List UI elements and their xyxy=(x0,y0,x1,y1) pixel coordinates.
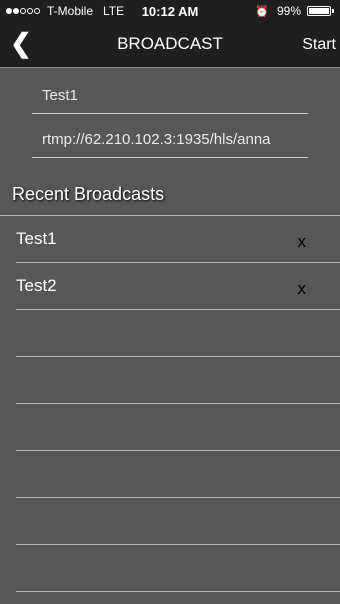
broadcast-row-name: Test2 xyxy=(16,276,57,295)
alarm-icon: ⏰ xyxy=(255,5,269,18)
page-title: BROADCAST xyxy=(117,34,223,53)
broadcast-row[interactable]: Test1 x xyxy=(16,216,340,263)
start-button[interactable]: Start xyxy=(302,36,336,54)
empty-row xyxy=(16,357,340,404)
status-bar: T-Mobile LTE 10:12 AM ⏰ 99% xyxy=(0,0,340,22)
battery-icon xyxy=(307,6,331,16)
broadcast-name-value: Test1 xyxy=(42,87,78,104)
status-right: ⏰ 99% xyxy=(255,4,334,18)
broadcast-name-field[interactable]: Test1 xyxy=(32,68,308,114)
battery-cap xyxy=(332,9,334,13)
empty-row xyxy=(16,545,340,592)
empty-row xyxy=(16,310,340,357)
empty-row xyxy=(16,404,340,451)
battery-fill xyxy=(309,8,329,14)
empty-row xyxy=(16,498,340,545)
recent-broadcasts-heading: Recent Broadcasts xyxy=(12,184,165,204)
navigation-bar: ❮ BROADCAST Start xyxy=(0,22,340,68)
stream-url-value: rtmp://62.210.102.3:1935/hls/anna xyxy=(42,131,271,148)
empty-row xyxy=(16,451,340,498)
delete-broadcast-button[interactable]: x xyxy=(298,232,307,252)
stream-url-field[interactable]: rtmp://62.210.102.3:1935/hls/anna xyxy=(32,112,308,158)
broadcast-row[interactable]: Test2 x xyxy=(16,263,340,310)
battery-percent: 99% xyxy=(276,4,301,18)
delete-broadcast-button[interactable]: x xyxy=(298,279,307,299)
broadcast-row-name: Test1 xyxy=(16,229,57,248)
